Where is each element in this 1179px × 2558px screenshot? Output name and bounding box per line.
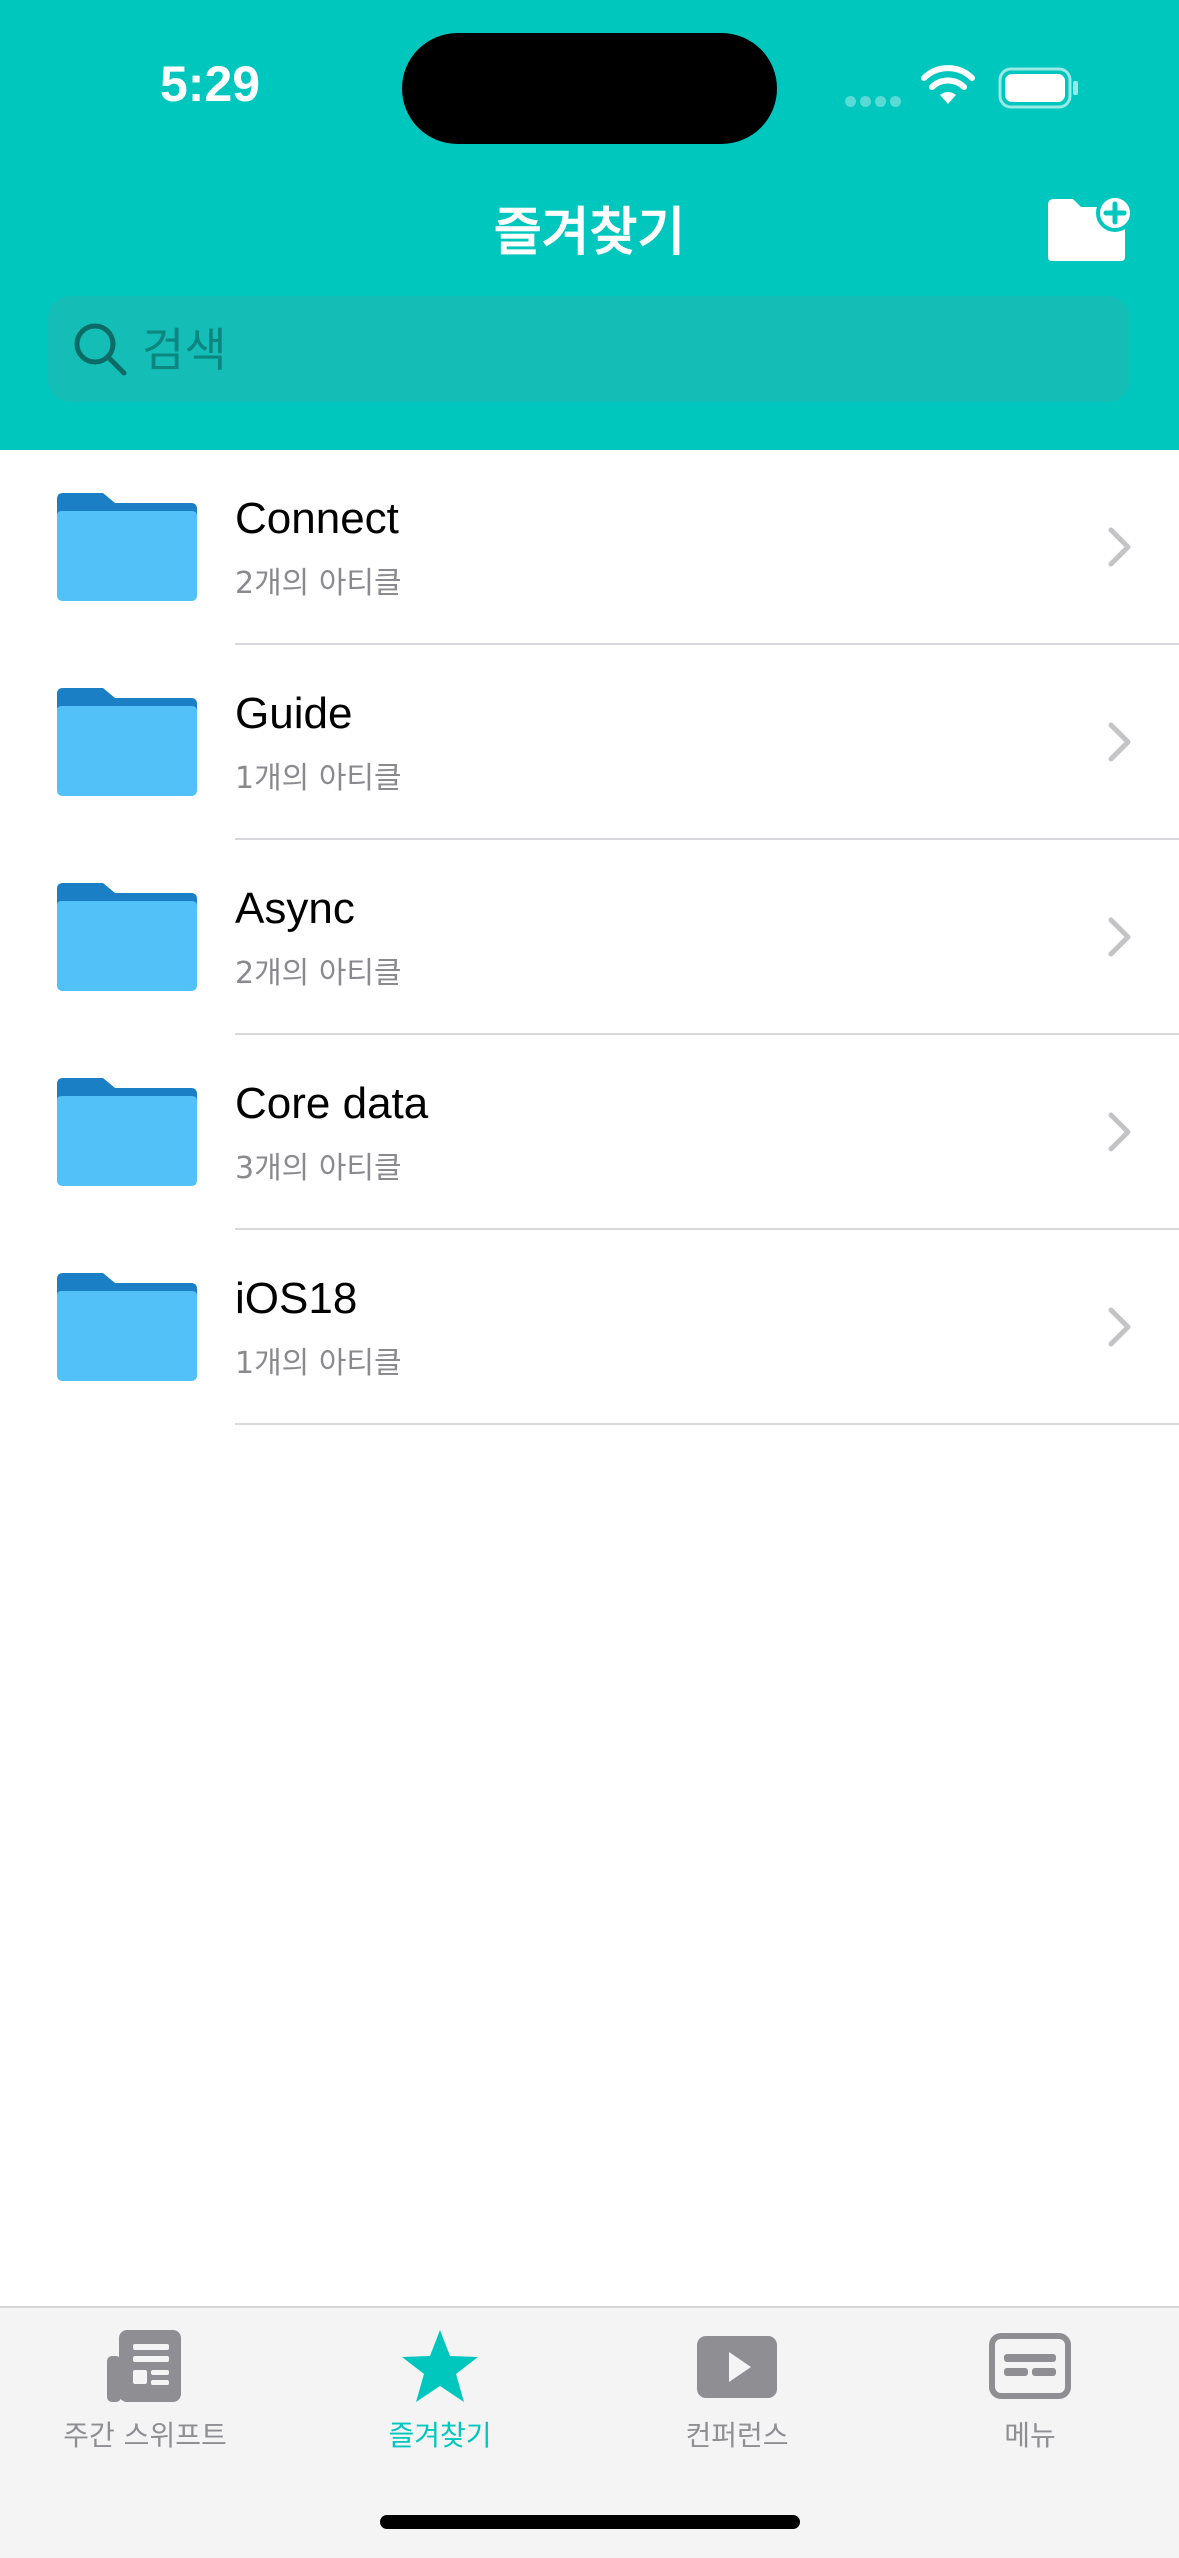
folder-list: Connect 2개의 아티클 Guide 1개의 아티클 Async 2개의 … — [0, 450, 1179, 1425]
chevron-right-icon — [1108, 917, 1131, 957]
folder-row-connect[interactable]: Connect 2개의 아티클 — [0, 450, 1179, 645]
folder-row-async[interactable]: Async 2개의 아티클 — [0, 840, 1179, 1035]
folder-icon — [57, 493, 197, 601]
dynamic-island — [402, 33, 777, 144]
folder-article-count: 3개의 아티클 — [235, 1151, 402, 1186]
folder-icon — [57, 1273, 197, 1381]
cellular-signal-icon — [845, 92, 905, 111]
chevron-right-icon — [1108, 1307, 1131, 1347]
folder-icon — [57, 1078, 197, 1186]
chevron-right-icon — [1108, 1112, 1131, 1152]
folder-name: Guide — [235, 689, 353, 738]
folder-name: iOS18 — [235, 1274, 358, 1323]
wifi-icon — [921, 65, 975, 104]
battery-icon — [998, 67, 1078, 109]
navigation-header: 5:29 즐겨찾기 — [0, 0, 1179, 450]
folder-icon — [57, 688, 197, 796]
tab-conference[interactable]: 컨퍼런스 — [607, 2328, 867, 2454]
folder-icon — [57, 883, 197, 991]
tab-favorites[interactable]: 즐겨찾기 — [310, 2328, 570, 2454]
folder-article-count: 2개의 아티클 — [235, 956, 402, 991]
row-separator — [235, 1423, 1179, 1425]
folder-row-core-data[interactable]: Core data 3개의 아티클 — [0, 1035, 1179, 1230]
chevron-right-icon — [1108, 722, 1131, 762]
home-indicator — [380, 2515, 800, 2529]
menu-card-icon — [989, 2333, 1071, 2399]
status-time: 5:29 — [160, 56, 261, 112]
chevron-right-icon — [1108, 527, 1131, 567]
folder-name: Async — [235, 884, 355, 933]
folder-name: Connect — [235, 494, 399, 543]
folder-row-ios18[interactable]: iOS18 1개의 아티클 — [0, 1230, 1179, 1425]
tab-weekly-swift[interactable]: 주간 스위프트 — [15, 2328, 275, 2454]
play-icon — [697, 2336, 777, 2398]
tab-label: 주간 스위프트 — [63, 2419, 227, 2452]
star-icon — [402, 2330, 478, 2402]
folder-article-count: 2개의 아티클 — [235, 566, 402, 601]
folder-article-count: 1개의 아티클 — [235, 761, 402, 796]
folder-plus-icon[interactable] — [1045, 195, 1135, 265]
tab-label: 즐겨찾기 — [388, 2419, 492, 2452]
search-input[interactable] — [140, 296, 1104, 404]
search-icon — [74, 323, 127, 376]
search-bar[interactable] — [48, 296, 1130, 404]
folder-article-count: 1개의 아티클 — [235, 1346, 402, 1381]
tab-label: 컨퍼런스 — [685, 2419, 789, 2452]
page-title: 즐겨찾기 — [493, 203, 686, 263]
folder-row-guide[interactable]: Guide 1개의 아티클 — [0, 645, 1179, 840]
tab-label: 메뉴 — [1004, 2419, 1056, 2452]
newspaper-icon — [107, 2330, 181, 2402]
folder-name: Core data — [235, 1079, 429, 1128]
tab-menu[interactable]: 메뉴 — [900, 2328, 1160, 2454]
